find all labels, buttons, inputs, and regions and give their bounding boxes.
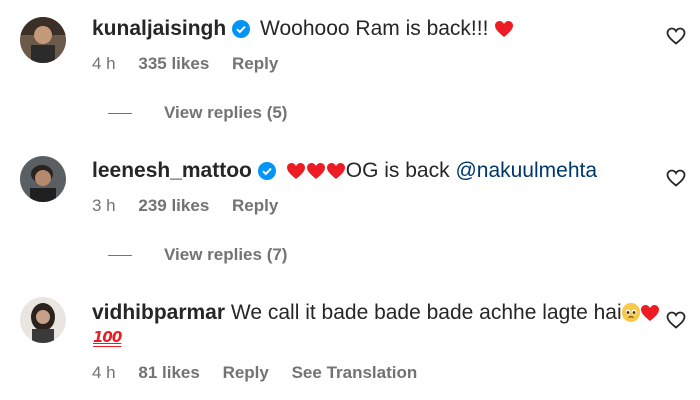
divider <box>108 112 132 114</box>
like-heart-icon[interactable] <box>666 169 688 189</box>
mention-link[interactable]: @nakuulmehta <box>455 159 597 182</box>
see-translation-button[interactable]: See Translation <box>292 363 418 382</box>
red-heart-emoji-icon <box>326 161 346 187</box>
view-replies-label: View replies (7) <box>164 245 288 264</box>
likes-count[interactable]: 81 likes <box>138 363 199 382</box>
comment-text: OG is back <box>345 159 450 182</box>
username[interactable]: kunaljaisingh <box>92 17 226 40</box>
like-heart-icon[interactable] <box>666 27 688 47</box>
red-heart-emoji-icon <box>640 303 660 329</box>
red-heart-emoji-icon <box>306 161 326 187</box>
red-heart-emoji-icon <box>286 161 306 187</box>
view-replies-label: View replies (5) <box>164 103 288 122</box>
comment-body: kunaljaisingh Woohooo Ram is back!!! <box>92 16 514 45</box>
timestamp: 3 h <box>92 196 116 215</box>
avatar[interactable] <box>20 17 66 63</box>
comment-meta: 4 h 335 likes Reply <box>92 54 296 74</box>
comment-body: leenesh_mattoo OG is back @nakuulmehta <box>92 158 597 187</box>
timestamp: 4 h <box>92 54 116 73</box>
username[interactable]: vidhibparmar <box>92 301 225 324</box>
comment-body: vidhibparmar We call it bade bade bade a… <box>92 300 660 329</box>
verified-badge-icon <box>232 19 251 45</box>
hundred-points-emoji-icon: 100 <box>93 328 122 346</box>
avatar[interactable] <box>20 156 66 202</box>
comment-text: Woohooo Ram is back!!! <box>260 17 489 40</box>
comment-text: We call it bade bade bade achhe lagte ha… <box>230 301 622 324</box>
divider <box>108 254 132 256</box>
comment-meta: 4 h 81 likes Reply See Translation <box>92 363 435 383</box>
view-replies-button[interactable]: View replies (5) <box>108 103 287 123</box>
avatar[interactable] <box>20 297 66 343</box>
username[interactable]: leenesh_mattoo <box>92 159 252 182</box>
reply-button[interactable]: Reply <box>232 54 278 73</box>
pleading-face-emoji-icon <box>621 303 640 322</box>
red-heart-emoji-icon <box>494 19 514 45</box>
reply-button[interactable]: Reply <box>223 363 269 382</box>
likes-count[interactable]: 239 likes <box>138 196 209 215</box>
timestamp: 4 h <box>92 363 116 382</box>
likes-count[interactable]: 335 likes <box>138 54 209 73</box>
comment-meta: 3 h 239 likes Reply <box>92 196 296 216</box>
verified-badge-icon <box>257 161 276 187</box>
view-replies-button[interactable]: View replies (7) <box>108 245 287 265</box>
reply-button[interactable]: Reply <box>232 196 278 215</box>
like-heart-icon[interactable] <box>666 311 688 331</box>
